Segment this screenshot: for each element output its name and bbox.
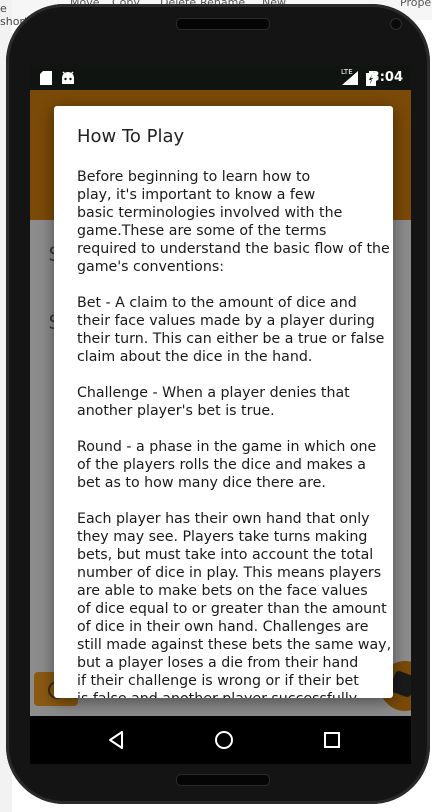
text-line: claim about the dice in the hand. — [77, 349, 313, 365]
front-camera — [390, 18, 402, 30]
text-line: bets, but must take into account the tot… — [77, 547, 374, 563]
text-line: of dice equal to or greater than the amo… — [77, 601, 387, 617]
text-line: of the players rolls the dice and makes … — [77, 457, 366, 473]
text-line: if their challenge is wrong or if their … — [77, 673, 359, 689]
text-line: their turn. This can either be a true or… — [77, 331, 385, 347]
dialog-body[interactable]: Before beginning to learn how to play, i… — [77, 168, 392, 698]
phone-frame: LTE 3:04 $ $ — [6, 4, 430, 804]
text-line: another player's bet is true. — [77, 403, 275, 419]
home-icon[interactable] — [212, 728, 236, 752]
paragraph-round: Round - a phase in the game in which one… — [77, 438, 377, 492]
text-line: number of dice in play. This means playe… — [77, 565, 382, 581]
status-bar: LTE 3:04 — [30, 66, 411, 90]
text-line: basic terminologies involved with the — [77, 205, 343, 221]
toolbar-properties: Prope — [400, 0, 432, 9]
back-icon[interactable] — [104, 728, 128, 752]
navigation-bar — [30, 716, 411, 764]
android-icon — [62, 71, 74, 84]
sd-card-icon — [40, 71, 52, 85]
text-line: but a player loses a die from their hand — [77, 655, 359, 671]
text-line: play, it's important to know a few — [77, 187, 316, 203]
status-time: 3:04 — [370, 70, 403, 85]
signal-icon — [342, 71, 358, 85]
text-line: Challenge - When a player denies that — [77, 385, 350, 401]
paragraph-bet: Bet - A claim to the amount of dice and … — [77, 294, 385, 366]
text-line: still made against these bets the same w… — [77, 637, 392, 653]
earpiece-speaker — [176, 18, 270, 30]
text-line: Bet - A claim to the amount of dice and — [77, 295, 357, 311]
text-line: required to understand the basic flow of… — [77, 241, 390, 257]
text-line: of dice in their own hand. Challenges ar… — [77, 619, 369, 635]
phone-screen: LTE 3:04 $ $ — [30, 66, 411, 764]
text-line: bet as to how many dice there are. — [77, 475, 326, 491]
how-to-play-dialog: How To Play Before beginning to learn ho… — [54, 106, 393, 698]
text-line: they may see. Players take turns making — [77, 529, 368, 545]
dialog-title: How To Play — [77, 126, 185, 147]
text-line: is false and another player successfully — [77, 690, 377, 698]
text-line: Each player has their own hand that only — [77, 511, 370, 527]
paragraph-intro: Before beginning to learn how to play, i… — [77, 168, 390, 276]
recents-icon[interactable] — [320, 728, 344, 752]
text-line: are able to make bets on the face values — [77, 583, 368, 599]
paragraph-challenge: Challenge - When a player denies that an… — [77, 384, 377, 420]
paragraph-rules: Each player has their own hand that only… — [77, 510, 392, 698]
text-line: game.These are some of the terms — [77, 223, 327, 239]
text-line: Round - a phase in the game in which one — [77, 439, 377, 455]
text-line: game's conventions: — [77, 259, 224, 275]
text-line: Before beginning to learn how to — [77, 169, 311, 185]
text-line: their face values made by a player durin… — [77, 313, 375, 329]
bottom-speaker — [176, 774, 270, 786]
